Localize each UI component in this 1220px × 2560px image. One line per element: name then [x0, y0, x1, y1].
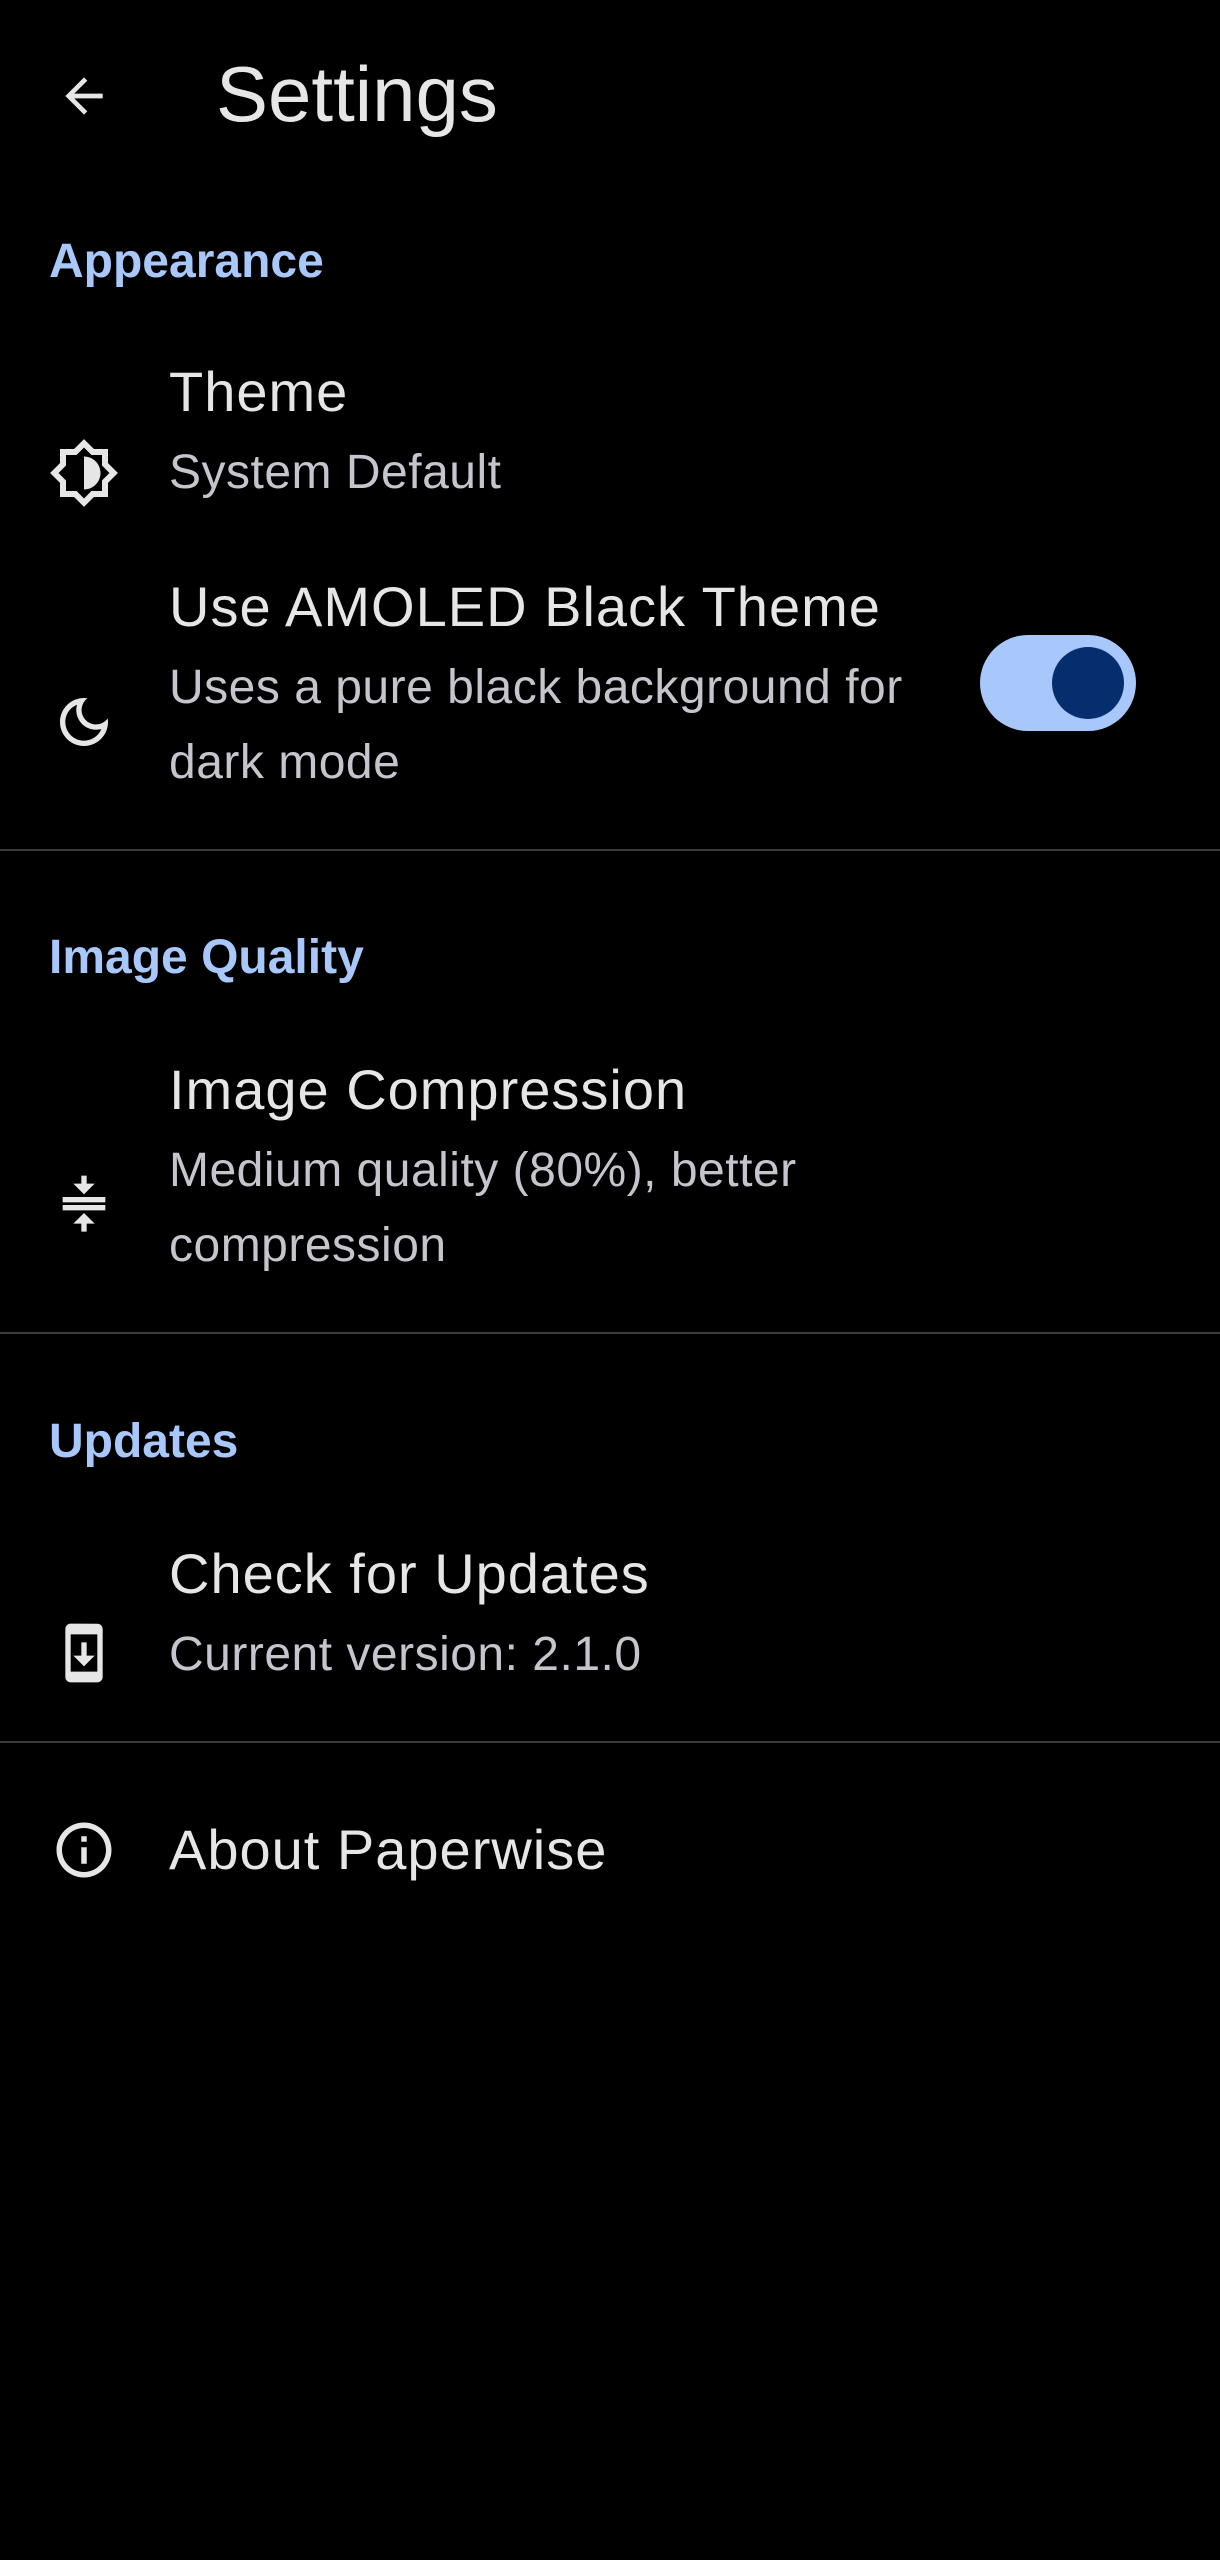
setting-theme[interactable]: Theme System Default: [0, 345, 1220, 520]
compression-subtitle: Medium quality (80%), better compression: [169, 1144, 797, 1272]
brightness-auto-icon: [44, 433, 124, 513]
top-app-bar: Settings: [0, 0, 1220, 190]
setting-about[interactable]: About Paperwise: [0, 1790, 1220, 1910]
compression-title: Image Compression: [169, 1058, 688, 1121]
section-header-image-quality: Image Quality: [49, 931, 364, 984]
theme-subtitle: System Default: [169, 446, 502, 499]
info-icon: [44, 1810, 124, 1890]
back-button[interactable]: [34, 46, 134, 146]
divider: [0, 849, 1220, 851]
theme-title: Theme: [169, 360, 349, 423]
divider: [0, 1741, 1220, 1743]
section-header-updates: Updates: [49, 1415, 239, 1468]
setting-check-for-updates[interactable]: Check for Updates Current version: 2.1.0: [0, 1527, 1220, 1702]
amoled-subtitle: Uses a pure black background for dark mo…: [169, 661, 903, 789]
section-header-appearance: Appearance: [49, 235, 324, 288]
setting-image-compression[interactable]: Image Compression Medium quality (80%), …: [0, 1043, 1220, 1293]
arrow-back-icon: [65, 77, 103, 115]
system-update-icon: [44, 1613, 124, 1693]
compress-icon: [44, 1165, 124, 1245]
toggle-thumb: [1052, 647, 1124, 719]
page-title: Settings: [216, 50, 498, 138]
amoled-toggle-switch[interactable]: [980, 635, 1136, 731]
moon-icon: [44, 682, 124, 762]
about-title: About Paperwise: [169, 1818, 608, 1881]
check-updates-subtitle: Current version: 2.1.0: [169, 1628, 642, 1681]
divider: [0, 1332, 1220, 1334]
amoled-title: Use AMOLED Black Theme: [169, 575, 881, 638]
check-updates-title: Check for Updates: [169, 1542, 650, 1605]
